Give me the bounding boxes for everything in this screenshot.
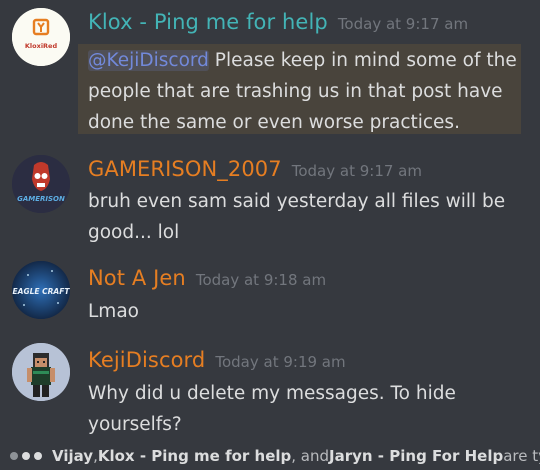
typing-user: Vijay	[52, 446, 94, 465]
minecraft-skin-avatar-icon	[12, 343, 70, 401]
typing-suffix: are ty	[503, 446, 540, 465]
message-klox: KloxiRed Klox - Ping me for help Today a…	[0, 0, 540, 140]
message-kejidiscord: KejiDiscord Today at 9:19 am Why did u d…	[0, 340, 540, 440]
avatar-gamerison[interactable]: GAMERISON	[12, 155, 70, 213]
avatar-not-a-jen-text: EAGLE CRAFT	[13, 287, 70, 296]
message-text: bruh even sam said yesterday all files w…	[88, 191, 506, 243]
typing-user: Jaryn - Ping For Help	[329, 446, 504, 465]
message-text: Why did u delete my messages. To hide yo…	[88, 383, 456, 435]
avatar-klox[interactable]: KloxiRed	[12, 8, 70, 66]
message-text: Lmao	[88, 301, 139, 322]
gamerison-logo-icon: GAMERISON	[12, 155, 70, 213]
message-text: @KejiDiscord Please keep in mind some of…	[88, 45, 528, 138]
author-name-klox[interactable]: Klox - Ping me for help	[88, 10, 328, 34]
avatar-gamerison-text: GAMERISON	[17, 195, 65, 203]
author-name-kejidiscord[interactable]: KejiDiscord	[88, 348, 205, 372]
author-name-not-a-jen[interactable]: Not A Jen	[88, 266, 186, 290]
avatar-kejidiscord[interactable]	[12, 343, 70, 401]
typing-dots-icon	[10, 451, 42, 460]
typing-indicator: Vijay, Klox - Ping me for help, and Jary…	[0, 441, 540, 470]
message-gamerison: GAMERISON GAMERISON_2007 Today at 9:17 a…	[0, 150, 540, 250]
message-not-a-jen: EAGLE CRAFT Not A Jen Today at 9:18 am L…	[0, 258, 540, 328]
user-mention[interactable]: @KejiDiscord	[88, 50, 209, 71]
timestamp: Today at 9:19 am	[215, 353, 346, 371]
avatar-not-a-jen[interactable]: EAGLE CRAFT	[12, 261, 70, 319]
typing-separator: , and	[291, 446, 330, 465]
eagle-craft-logo-icon: EAGLE CRAFT	[12, 261, 70, 319]
klox-logo-icon: KloxiRed	[12, 8, 70, 66]
avatar-klox-text: KloxiRed	[25, 42, 58, 50]
timestamp: Today at 9:17 am	[291, 162, 422, 180]
typing-user: Klox - Ping me for help	[97, 446, 292, 465]
timestamp: Today at 9:17 am	[337, 15, 469, 33]
timestamp: Today at 9:18 am	[195, 271, 327, 289]
author-name-gamerison[interactable]: GAMERISON_2007	[88, 157, 282, 181]
